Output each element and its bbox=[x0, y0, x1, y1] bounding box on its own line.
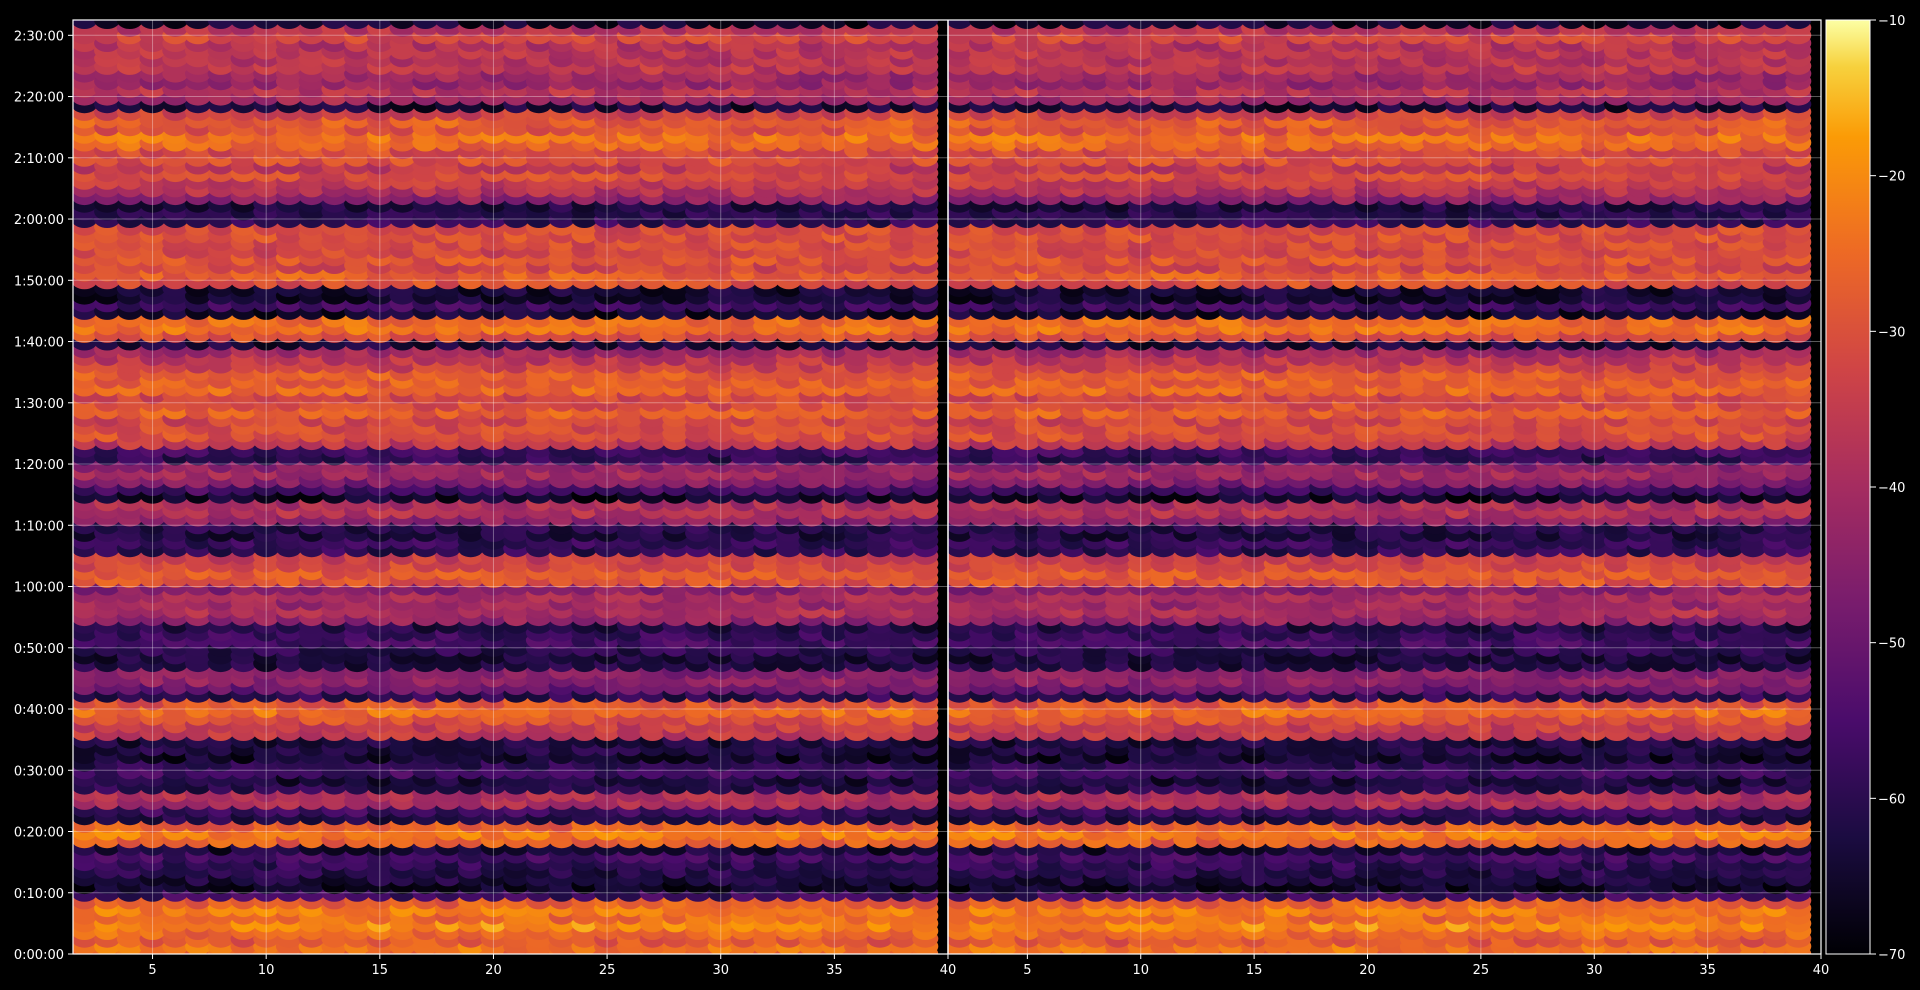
heatmap-cells-left bbox=[73, 20, 939, 954]
heatmap-cells-right bbox=[948, 20, 1812, 954]
heatmap-chart: 0:00:000:10:000:20:000:30:000:40:000:50:… bbox=[14, 14, 1906, 978]
